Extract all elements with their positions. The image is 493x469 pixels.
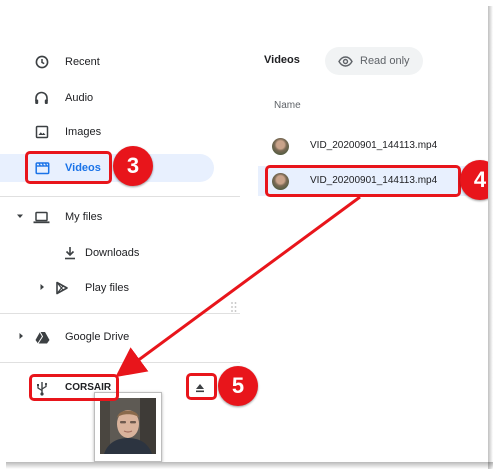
window-shadow <box>6 462 493 469</box>
files-app-window: Recent Audio Images Videos My files Down… <box>0 0 488 462</box>
window-shadow <box>488 6 493 469</box>
annotation-arrow <box>115 195 361 378</box>
